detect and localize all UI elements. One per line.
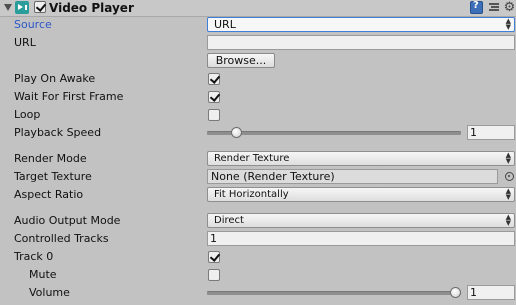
mute-label: Mute xyxy=(29,268,57,281)
play-on-awake-label: Play On Awake xyxy=(14,72,96,85)
loop-checkbox[interactable] xyxy=(208,109,220,121)
url-input[interactable] xyxy=(207,35,515,50)
volume-label: Volume xyxy=(29,286,70,299)
mute-checkbox[interactable] xyxy=(208,269,220,281)
component-title: Video Player xyxy=(49,1,134,15)
wait-first-frame-checkbox[interactable] xyxy=(208,91,220,103)
wait-first-frame-label: Wait For First Frame xyxy=(14,90,124,103)
component-enabled-checkbox[interactable] xyxy=(34,1,46,13)
aspect-ratio-dropdown[interactable]: Fit Horizontally ▲ ▼ xyxy=(207,187,515,202)
component-header: Video Player ⚙ xyxy=(0,0,516,17)
volume-slider-track[interactable] xyxy=(207,291,461,295)
url-label: URL xyxy=(14,36,36,49)
audio-output-mode-dropdown[interactable]: Direct ▲ ▼ xyxy=(207,213,515,228)
source-dropdown[interactable]: URL ▲ ▼ xyxy=(207,17,515,32)
dropdown-arrows-icon: ▲ ▼ xyxy=(505,213,511,227)
dropdown-arrows-icon: ▲ ▼ xyxy=(505,17,511,31)
audio-output-mode-value: Direct xyxy=(214,215,244,226)
volume-slider-thumb[interactable] xyxy=(450,287,461,298)
foldout-arrow-icon[interactable] xyxy=(4,4,12,11)
render-mode-dropdown[interactable]: Render Texture ▲ ▼ xyxy=(207,151,515,166)
play-on-awake-checkbox[interactable] xyxy=(208,73,220,85)
video-player-icon xyxy=(15,1,29,14)
gear-icon[interactable]: ⚙ xyxy=(503,1,516,14)
dropdown-arrows-icon: ▲ ▼ xyxy=(505,187,511,201)
dropdown-arrows-icon: ▲ ▼ xyxy=(505,151,511,165)
object-picker-icon[interactable] xyxy=(505,172,514,181)
render-mode-value: Render Texture xyxy=(214,153,290,164)
target-texture-field[interactable]: None (Render Texture) xyxy=(207,169,498,184)
playback-speed-slider-thumb[interactable] xyxy=(231,127,243,138)
playback-speed-label: Playback Speed xyxy=(14,126,102,139)
playback-speed-slider-track[interactable] xyxy=(207,131,461,135)
track0-label: Track 0 xyxy=(14,250,54,263)
track0-checkbox[interactable] xyxy=(208,251,220,263)
controlled-tracks-label: Controlled Tracks xyxy=(14,232,109,245)
source-label: Source xyxy=(14,18,52,31)
browse-button[interactable]: Browse... xyxy=(207,53,275,68)
source-value: URL xyxy=(214,18,236,31)
loop-label: Loop xyxy=(14,108,41,121)
target-texture-label: Target Texture xyxy=(14,170,92,183)
playback-speed-input[interactable]: 1 xyxy=(467,125,515,140)
preset-icon[interactable] xyxy=(488,1,501,14)
aspect-ratio-value: Fit Horizontally xyxy=(214,189,289,200)
volume-input[interactable]: 1 xyxy=(467,285,515,300)
aspect-ratio-label: Aspect Ratio xyxy=(14,188,84,201)
audio-output-mode-label: Audio Output Mode xyxy=(14,214,121,227)
controlled-tracks-input[interactable]: 1 xyxy=(207,231,515,246)
render-mode-label: Render Mode xyxy=(14,152,87,165)
help-icon[interactable] xyxy=(470,0,483,14)
